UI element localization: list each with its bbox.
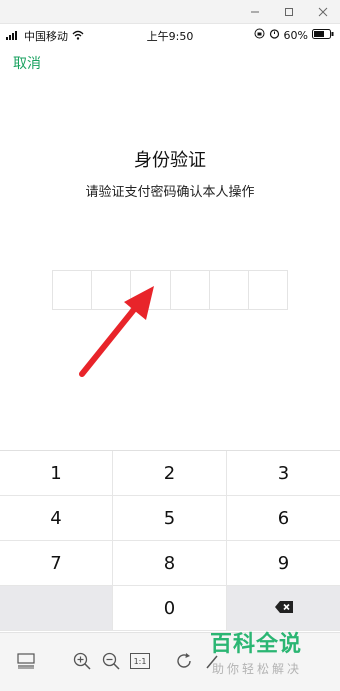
- backspace-key[interactable]: [227, 586, 340, 631]
- watermark: 百科全说 助你轻松解决: [210, 630, 332, 678]
- password-digit-box: [171, 271, 210, 309]
- numeric-keypad: 1 2 3 4 5 6 7 8 9 0: [0, 450, 340, 632]
- key-3[interactable]: 3: [227, 451, 340, 496]
- maximize-icon[interactable]: [272, 0, 306, 24]
- actual-size-icon[interactable]: 1:1: [128, 649, 152, 673]
- key-1[interactable]: 1: [0, 451, 113, 496]
- lock-rotation-icon: [254, 28, 265, 42]
- key-7[interactable]: 7: [0, 541, 113, 586]
- key-5[interactable]: 5: [113, 496, 227, 541]
- layout-icon[interactable]: [14, 649, 38, 673]
- status-bar: 中国移动 上午9:50 60%: [0, 24, 340, 46]
- password-digit-box: [210, 271, 249, 309]
- minimize-icon[interactable]: [238, 0, 272, 24]
- zoom-out-icon[interactable]: [99, 649, 123, 673]
- key-4[interactable]: 4: [0, 496, 113, 541]
- red-arrow-annotation: [79, 286, 154, 377]
- key-0[interactable]: 0: [113, 586, 227, 631]
- key-8[interactable]: 8: [113, 541, 227, 586]
- close-icon[interactable]: [306, 0, 340, 24]
- key-blank: [0, 586, 113, 631]
- page-subtitle: 请验证支付密码确认本人操作: [85, 185, 255, 200]
- watermark-subtitle: 助你轻松解决: [212, 662, 303, 676]
- key-9[interactable]: 9: [227, 541, 340, 586]
- battery-icon: [312, 28, 334, 42]
- zoom-in-icon[interactable]: [70, 649, 94, 673]
- key-2[interactable]: 2: [113, 451, 227, 496]
- actual-size-label: 1:1: [130, 653, 150, 669]
- battery-percent: 60%: [283, 28, 308, 42]
- backspace-icon: [274, 598, 294, 619]
- window-title-bar: [0, 0, 340, 24]
- page-title: 身份验证: [134, 150, 206, 171]
- key-6[interactable]: 6: [227, 496, 340, 541]
- watermark-title: 百科全说: [210, 632, 303, 657]
- rotate-icon[interactable]: [172, 649, 196, 673]
- cancel-button[interactable]: 取消: [13, 53, 41, 73]
- password-digit-box: [249, 271, 287, 309]
- alarm-icon: [269, 28, 280, 42]
